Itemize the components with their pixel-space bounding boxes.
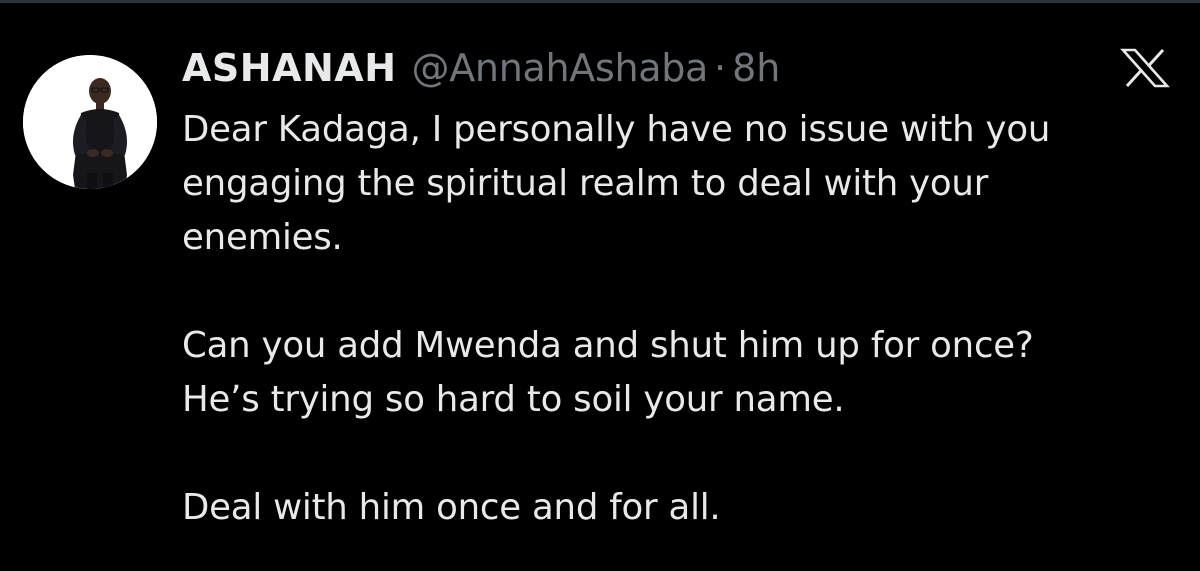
tweet-header: ASHANAH @AnnahAshaba · 8h: [182, 40, 780, 96]
tweet-text-line: Deal with him once and for all.: [182, 487, 721, 528]
separator-dot: ·: [714, 46, 727, 90]
avatar-photo: [23, 55, 157, 189]
user-handle[interactable]: @AnnahAshaba: [412, 40, 709, 96]
display-name[interactable]: ASHANAH: [182, 40, 397, 96]
x-logo-icon[interactable]: [1119, 48, 1171, 88]
tweet-text-line: enemies.: [182, 217, 343, 258]
tweet-text-line: Can you add Mwenda and shut him up for o…: [182, 325, 1034, 366]
tweet[interactable]: ASHANAH @AnnahAshaba · 8h Dear Kadaga, I…: [0, 0, 1200, 571]
tweet-text-line: engaging the spiritual realm to deal wit…: [182, 163, 989, 204]
tweet-body: Dear Kadaga, I personally have no issue …: [182, 103, 1182, 535]
tweet-paragraph: Deal with him once and for all.: [182, 481, 1182, 535]
tweet-text-line: Dear Kadaga, I personally have no issue …: [182, 109, 1051, 150]
tweet-paragraph: Dear Kadaga, I personally have no issue …: [182, 103, 1182, 265]
tweet-text-line: He’s trying so hard to soil your name.: [182, 379, 845, 420]
tweet-timestamp[interactable]: 8h: [732, 40, 780, 96]
avatar[interactable]: [23, 55, 157, 189]
tweet-paragraph: Can you add Mwenda and shut him up for o…: [182, 319, 1182, 427]
